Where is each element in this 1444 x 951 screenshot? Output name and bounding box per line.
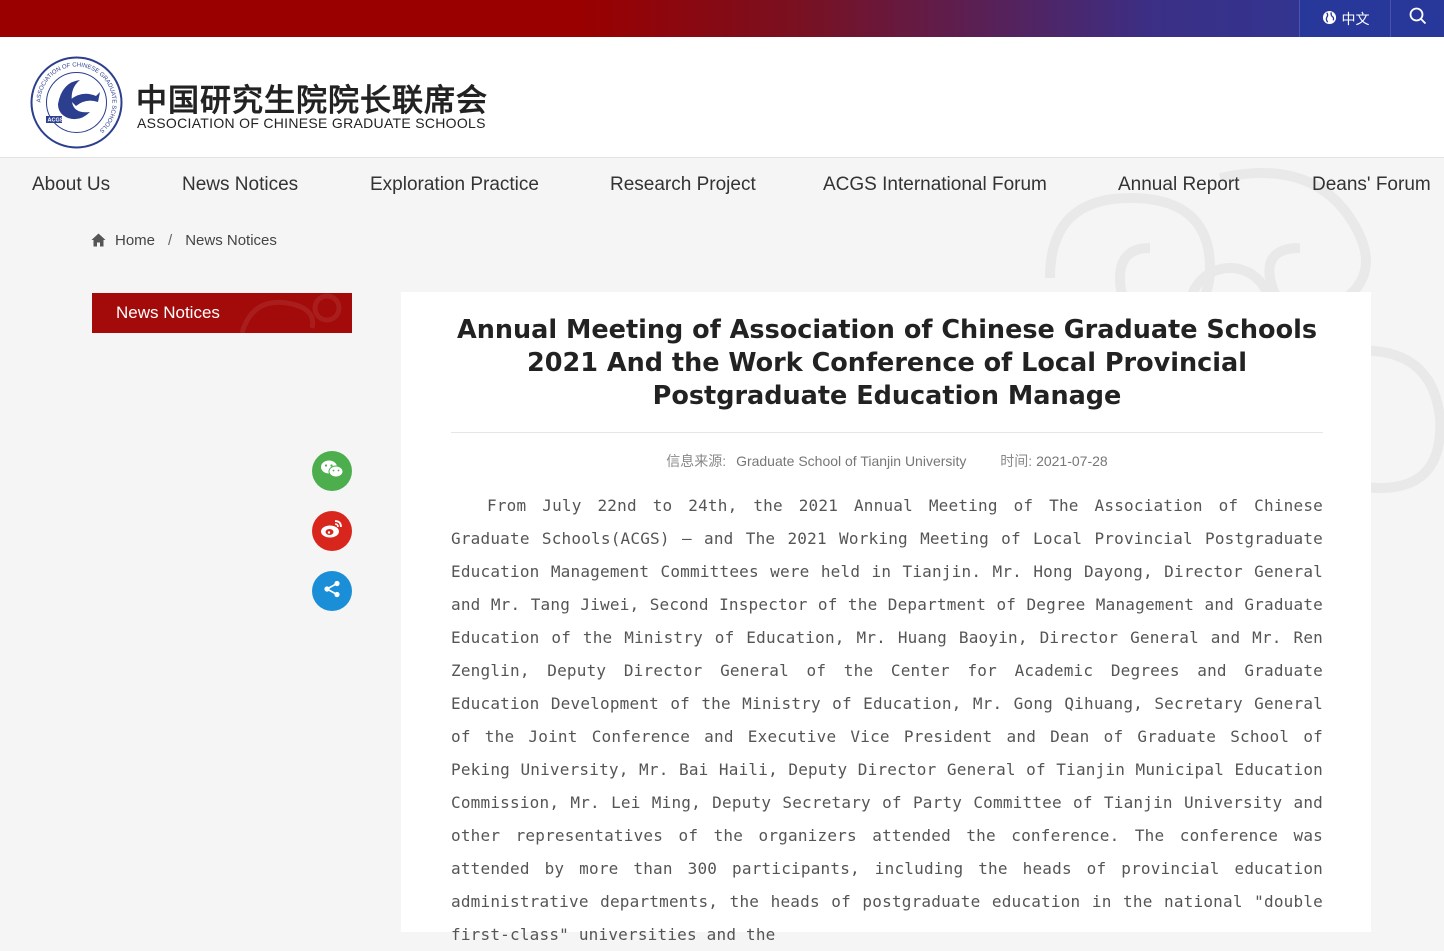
breadcrumb-current[interactable]: News Notices <box>185 232 277 249</box>
breadcrumb: Home / News Notices <box>91 230 277 250</box>
share-wechat-button[interactable] <box>312 451 352 491</box>
nav-news-notices[interactable]: News Notices <box>182 174 298 196</box>
source-label: 信息来源: <box>666 453 727 469</box>
home-icon <box>91 233 106 247</box>
nav-about-us[interactable]: About Us <box>32 174 110 196</box>
share-more-button[interactable] <box>312 571 352 611</box>
breadcrumb-home[interactable]: Home <box>115 232 155 249</box>
logo-center-text: ACGS <box>48 118 64 124</box>
search-button[interactable] <box>1390 0 1444 37</box>
site-logo[interactable]: ASSOCIATION OF CHINESE GRADUATE SCHOOLS … <box>30 56 123 149</box>
article-title: Annual Meeting of Association of Chinese… <box>456 315 1318 411</box>
sidebar-title: News Notices <box>92 293 352 333</box>
language-label: 中文 <box>1341 10 1370 27</box>
article-date: 2021-07-28 <box>1036 453 1108 469</box>
article-card: Annual Meeting of Association of Chinese… <box>401 292 1371 944</box>
weibo-icon <box>320 519 344 544</box>
globe-icon <box>1322 10 1337 28</box>
nav-research-project[interactable]: Research Project <box>610 174 756 196</box>
nav-deans-forum[interactable]: Deans' Forum <box>1312 174 1431 196</box>
time-label: 时间: <box>1000 453 1033 469</box>
article-body: From July 22nd to 24th, the 2021 Annual … <box>451 496 1323 944</box>
sidebar-title-label: News Notices <box>116 303 220 322</box>
wechat-icon <box>320 459 344 484</box>
language-switch[interactable]: 中文 <box>1299 0 1391 37</box>
share-icon <box>323 580 341 603</box>
nav-annual-report[interactable]: Annual Report <box>1118 174 1239 196</box>
site-name-cn: 中国研究生院院长联席会 <box>136 83 488 119</box>
article-source: Graduate School of Tianjin University <box>736 453 967 469</box>
nav-exploration-practice[interactable]: Exploration Practice <box>370 174 539 196</box>
top-bar: 中文 <box>0 0 1444 37</box>
share-weibo-button[interactable] <box>312 511 352 551</box>
site-header: ASSOCIATION OF CHINESE GRADUATE SCHOOLS … <box>0 37 1444 158</box>
article-meta: 信息来源: Graduate School of Tianjin Univers… <box>451 451 1323 471</box>
main-nav: About Us News Notices Exploration Practi… <box>0 158 1444 214</box>
breadcrumb-separator: / <box>168 231 173 249</box>
nav-acgs-international-forum[interactable]: ACGS International Forum <box>823 174 1047 196</box>
search-icon <box>1409 7 1427 30</box>
site-name-en: ASSOCIATION OF CHINESE GRADUATE SCHOOLS <box>137 115 486 131</box>
title-divider <box>451 432 1323 433</box>
